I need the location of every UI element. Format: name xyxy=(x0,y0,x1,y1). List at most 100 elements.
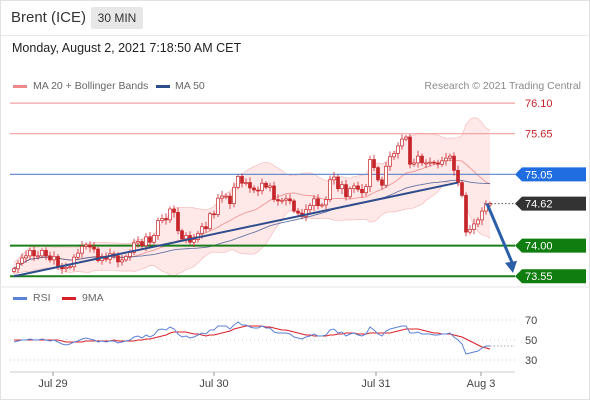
candle-body xyxy=(352,185,356,190)
candle-body xyxy=(240,176,244,184)
current-price-label: 74.62 xyxy=(525,199,553,211)
candle-body xyxy=(52,256,56,261)
candle-body xyxy=(144,236,148,247)
candle-body xyxy=(328,179,332,200)
pivot-label: 75.05 xyxy=(525,169,553,181)
rsi-panel: 30 50 70 xyxy=(10,315,537,367)
level-tags: 76.10 75.65 75.05 74.62 74.00 73.55 xyxy=(515,98,586,284)
candle-body xyxy=(24,255,28,259)
candle-body xyxy=(28,250,32,257)
candle-body xyxy=(372,159,376,168)
candle-body xyxy=(256,189,260,192)
candle-body xyxy=(72,256,76,268)
candle-body xyxy=(268,185,272,188)
candle-body xyxy=(344,184,348,198)
candle-body xyxy=(252,187,256,191)
candle-body xyxy=(404,136,408,140)
candle-body xyxy=(44,250,48,257)
candle-body xyxy=(148,236,152,243)
candle-body xyxy=(200,226,204,234)
candle-body xyxy=(412,162,416,165)
candle-body xyxy=(448,155,452,159)
support-label: 73.55 xyxy=(525,271,553,283)
support-label: 74.00 xyxy=(525,241,553,253)
candle-body xyxy=(232,186,236,204)
candle-body xyxy=(68,266,72,269)
rsi-line xyxy=(13,321,490,355)
time-tick-label: Jul 30 xyxy=(199,378,228,390)
candle-body xyxy=(156,220,160,236)
candle-body xyxy=(364,186,368,194)
candle-body xyxy=(272,185,276,200)
candle-body xyxy=(396,145,400,154)
candle-body xyxy=(172,208,176,213)
candle-body xyxy=(456,169,460,183)
candle-body xyxy=(204,226,208,230)
candle-body xyxy=(224,195,228,198)
candle-body xyxy=(424,162,428,165)
candle-body xyxy=(136,241,140,244)
candle-body xyxy=(452,155,456,171)
candle-body xyxy=(192,239,196,243)
resistance-label: 75.65 xyxy=(525,129,553,141)
candle-body xyxy=(436,162,440,165)
candle-body xyxy=(120,259,124,263)
candle-body xyxy=(168,208,172,221)
candle-body xyxy=(260,182,264,192)
candle-body xyxy=(36,255,40,258)
candle-body xyxy=(356,185,360,190)
candle-body xyxy=(20,257,24,264)
candle-body xyxy=(320,204,324,207)
candle-body xyxy=(332,176,336,181)
candle-body xyxy=(428,161,432,164)
candle-body xyxy=(160,218,164,221)
candle-body xyxy=(336,176,340,190)
candle-body xyxy=(464,195,468,233)
candle-body xyxy=(388,156,392,167)
candle-body xyxy=(152,235,156,243)
candle-body xyxy=(392,153,396,158)
candle-body xyxy=(184,235,188,240)
candle-body xyxy=(208,213,212,230)
candle-body xyxy=(360,188,364,194)
candle-body xyxy=(444,157,448,162)
candle-body xyxy=(308,205,312,211)
candle-body xyxy=(416,155,420,164)
candle-body xyxy=(76,252,80,258)
candle-body xyxy=(164,218,168,221)
forecast-arrow-head xyxy=(505,260,517,273)
candle-body xyxy=(92,246,96,250)
candle-body xyxy=(432,161,436,164)
candle-body xyxy=(340,184,344,190)
candle-body xyxy=(420,155,424,164)
candle-body xyxy=(216,197,220,215)
candle-body xyxy=(284,198,288,201)
candle-body xyxy=(264,182,268,188)
candle-body xyxy=(312,198,316,206)
candle-body xyxy=(468,229,472,233)
candle-body xyxy=(276,199,280,202)
candle-body xyxy=(348,188,352,198)
time-tick-label: Aug 3 xyxy=(467,378,496,390)
candle-body xyxy=(296,210,300,214)
candle-body xyxy=(228,195,232,204)
candle-body xyxy=(460,182,464,196)
candle-body xyxy=(292,200,296,212)
candle-body xyxy=(280,199,284,202)
candle-body xyxy=(116,255,120,263)
candle-body xyxy=(40,250,44,257)
candle-body xyxy=(124,256,128,261)
candle-body xyxy=(324,199,328,206)
resistance-label: 76.10 xyxy=(525,98,553,110)
candle-body xyxy=(84,244,88,247)
candle-body xyxy=(480,210,484,221)
candle-body xyxy=(408,136,412,165)
rsi-tick-label: 70 xyxy=(525,315,537,327)
candle-body xyxy=(384,165,388,186)
time-tick-label: Jul 29 xyxy=(38,378,67,390)
candle-body xyxy=(380,179,384,186)
candle-body xyxy=(176,212,180,232)
candle-body xyxy=(64,267,68,270)
candle-body xyxy=(220,195,224,199)
bollinger-bands xyxy=(13,117,491,277)
